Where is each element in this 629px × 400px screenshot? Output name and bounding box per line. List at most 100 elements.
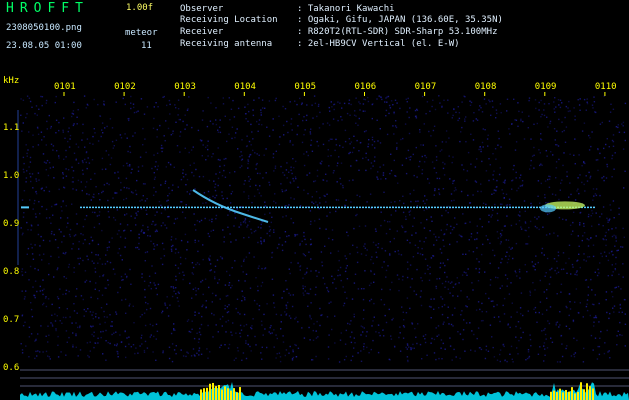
noise-pixel	[343, 302, 346, 305]
noise-pixel	[162, 351, 164, 354]
noise-pixel	[268, 225, 271, 228]
noise-pixel	[519, 327, 522, 329]
noise-pixel	[517, 102, 519, 104]
noise-pixel	[224, 304, 226, 307]
noise-pixel	[195, 294, 197, 296]
noise-pixel	[149, 323, 151, 326]
noise-pixel	[175, 293, 177, 295]
noise-pixel	[187, 319, 190, 321]
noise-pixel	[22, 99, 25, 101]
noise-pixel	[524, 264, 526, 266]
noise-pixel	[422, 200, 425, 202]
noise-pixel	[458, 282, 460, 284]
noise-pixel	[90, 178, 92, 180]
noise-pixel	[99, 199, 101, 201]
noise-pixel	[493, 192, 495, 194]
noise-pixel	[502, 304, 504, 307]
noise-pixel	[133, 106, 135, 109]
noise-pixel	[481, 310, 483, 313]
noise-pixel	[515, 171, 517, 174]
noise-pixel	[198, 175, 201, 178]
noise-pixel	[587, 256, 589, 258]
noise-pixel	[624, 170, 626, 172]
noise-pixel	[65, 354, 67, 356]
noise-pixel	[506, 98, 509, 100]
noise-pixel	[37, 269, 39, 271]
noise-pixel	[172, 286, 174, 288]
noise-pixel	[47, 325, 49, 327]
noise-pixel	[375, 251, 377, 254]
noise-pixel	[386, 133, 389, 136]
noise-pixel	[555, 177, 557, 179]
noise-pixel	[244, 220, 246, 222]
noise-pixel	[492, 249, 494, 251]
noise-pixel	[214, 189, 217, 192]
noise-pixel	[536, 122, 538, 125]
noise-pixel	[21, 349, 24, 351]
noise-pixel	[613, 234, 615, 236]
noise-pixel	[49, 127, 52, 129]
noise-pixel	[213, 271, 216, 273]
noise-pixel	[102, 353, 104, 355]
noise-pixel	[585, 305, 588, 308]
noise-pixel	[201, 279, 204, 282]
noise-pixel	[316, 320, 318, 323]
noise-pixel	[330, 252, 332, 254]
noise-pixel	[43, 136, 45, 138]
noise-pixel	[357, 124, 359, 126]
noise-pixel	[360, 325, 362, 327]
noise-pixel	[585, 175, 587, 177]
noise-pixel	[214, 277, 216, 280]
noise-pixel	[82, 234, 84, 236]
noise-pixel	[390, 100, 393, 102]
noise-pixel	[22, 168, 25, 171]
noise-pixel	[352, 179, 354, 181]
noise-pixel	[515, 271, 517, 274]
noise-pixel	[31, 173, 34, 175]
noise-pixel	[360, 360, 363, 362]
noise-pixel	[530, 345, 532, 347]
noise-pixel	[489, 284, 492, 286]
noise-pixel	[410, 200, 412, 203]
noise-pixel	[426, 354, 428, 356]
noise-pixel	[262, 107, 264, 109]
noise-pixel	[441, 214, 443, 217]
noise-pixel	[62, 252, 65, 254]
noise-pixel	[98, 223, 101, 225]
noise-pixel	[85, 310, 87, 313]
noise-pixel	[93, 128, 95, 130]
noise-pixel	[207, 357, 209, 359]
noise-pixel	[77, 162, 80, 164]
noise-pixel	[434, 189, 436, 192]
noise-pixel	[75, 346, 77, 348]
noise-pixel	[164, 208, 166, 211]
noise-pixel	[584, 279, 587, 281]
spectrum-peak	[574, 393, 576, 400]
noise-pixel	[449, 345, 452, 347]
noise-pixel	[95, 254, 97, 256]
noise-pixel	[272, 294, 275, 296]
noise-pixel	[587, 245, 590, 247]
noise-pixel	[35, 338, 37, 340]
noise-pixel	[462, 213, 464, 215]
noise-pixel	[21, 290, 23, 292]
noise-pixel	[463, 95, 465, 97]
noise-pixel	[142, 195, 144, 197]
noise-pixel	[549, 306, 552, 308]
noise-pixel	[147, 303, 149, 305]
noise-pixel	[537, 353, 540, 355]
noise-pixel	[281, 189, 283, 191]
noise-pixel	[60, 206, 62, 208]
noise-pixel	[610, 103, 612, 105]
noise-pixel	[541, 330, 543, 332]
noise-pixel	[592, 107, 594, 109]
noise-pixel	[396, 142, 398, 144]
noise-pixel	[219, 126, 221, 128]
noise-pixel	[611, 264, 613, 266]
noise-pixel	[603, 175, 605, 178]
noise-pixel	[197, 341, 200, 343]
noise-pixel	[170, 248, 173, 250]
noise-pixel	[598, 272, 600, 274]
noise-pixel	[22, 122, 24, 124]
noise-pixel	[517, 214, 520, 216]
